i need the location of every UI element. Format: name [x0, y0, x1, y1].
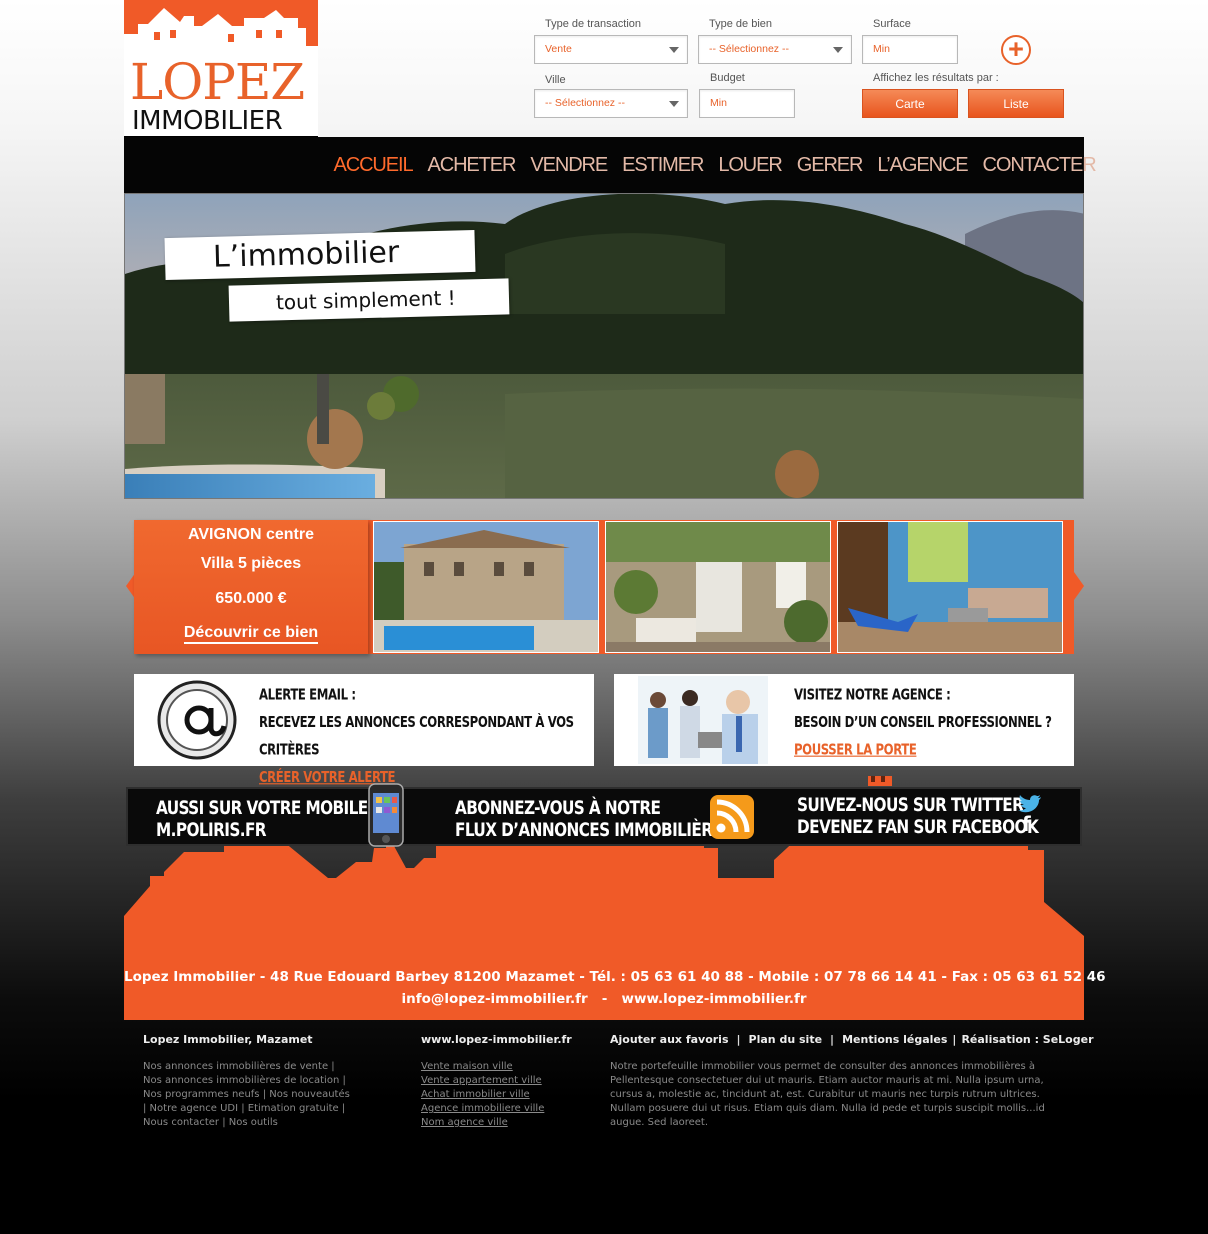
property-thumb-3[interactable] — [837, 521, 1063, 653]
nav-item-agence[interactable]: L’AGENCE — [870, 154, 975, 177]
nav-item-louer[interactable]: LOUER — [711, 154, 789, 177]
alert-email-box: Alerte email : Recevez les annonces corr… — [134, 674, 594, 787]
footer-col1-line[interactable]: Nous contacter | Nos outils — [143, 1116, 363, 1130]
surface-label: Surface — [873, 18, 911, 30]
nav-item-contacter[interactable]: CONTACTER — [975, 154, 1103, 177]
hero-title: L’immobilier — [164, 229, 476, 281]
property-thumb-2[interactable] — [605, 521, 831, 653]
credits-link[interactable]: Réalisation : SeLoger — [961, 1033, 1093, 1046]
nav-item-gerer[interactable]: GERER — [789, 154, 870, 177]
social-bar: Aussi sur votre mobile M.POLIRIS.FR Abon… — [126, 783, 1082, 847]
property-type: Villa 5 pièces — [200, 555, 302, 572]
at-sign-icon — [157, 680, 237, 760]
contact-website[interactable]: www.lopez-immobilier.fr — [622, 991, 807, 1007]
nav-item-acheter[interactable]: ACHETER — [420, 154, 523, 177]
contact-email[interactable]: info@lopez-immobilier.fr — [401, 991, 587, 1007]
ville-label: Ville — [545, 74, 566, 86]
ville-select[interactable]: -- Sélectionnez -- — [534, 89, 688, 118]
bien-select[interactable]: -- Sélectionnez -- — [698, 35, 852, 64]
mobile-phone-icon — [368, 783, 404, 847]
footer-col1-title: Lopez Immobilier, Mazamet — [143, 1033, 313, 1046]
alert-title: Alerte email : — [259, 686, 356, 704]
budget-input[interactable]: Min — [699, 89, 795, 118]
list-button[interactable]: Liste — [968, 89, 1064, 118]
footer-col2-title: www.lopez-immobilier.fr — [421, 1033, 572, 1046]
surface-input[interactable]: Min — [862, 35, 958, 64]
footer-col1-line[interactable]: | Notre agence UDI | Etimation gratuite … — [143, 1102, 363, 1116]
legal-link[interactable]: Mentions légales — [842, 1033, 947, 1046]
agency-team-photo — [638, 676, 768, 764]
property-thumb-1[interactable] — [373, 521, 599, 653]
chevron-down-icon — [669, 101, 679, 107]
transaction-select[interactable]: Vente — [534, 35, 688, 64]
agency-title: Visitez notre agence : — [794, 686, 951, 704]
contact-separator: - — [592, 991, 617, 1007]
logo-subtitle: IMMOBILIER — [132, 106, 283, 136]
discover-link[interactable]: Découvrir ce bien — [183, 624, 319, 644]
footer-utility-links: Ajouter aux favoris | Plan du site | Mention… — [610, 1033, 1094, 1046]
alert-text: Recevez les annonces correspondant à vos… — [259, 714, 574, 760]
footer-col1-line[interactable]: Nos annonces immobilières de vente | — [143, 1060, 363, 1074]
contact-info: Lopez Immobilier - 48 Rue Edouard Barbey… — [124, 966, 1106, 1010]
footer-description: Notre portefeuille immobilier vous perme… — [610, 1061, 1045, 1128]
footer-seo-link[interactable]: Vente maison ville — [421, 1060, 544, 1074]
bien-label: Type de bien — [709, 18, 772, 30]
plus-circle-icon[interactable]: + — [1001, 35, 1031, 65]
footer-col2-links: Vente maison ville Vente appartement vil… — [421, 1060, 544, 1130]
transaction-label: Type de transaction — [545, 18, 642, 30]
budget-label: Budget — [710, 72, 745, 84]
chevron-down-icon — [669, 47, 679, 53]
footer-seo-link[interactable]: Vente appartement ville — [421, 1074, 544, 1088]
footer-seo-link[interactable]: Achat immobilier ville — [421, 1088, 544, 1102]
mobile-line-1: Aussi sur votre mobile — [156, 797, 368, 820]
hero-subtitle: tout simplement ! — [228, 278, 510, 322]
facebook-line[interactable]: Devenez fan sur Facebook — [797, 816, 1039, 838]
budget-placeholder: Min — [710, 97, 727, 109]
chevron-down-icon — [833, 47, 843, 53]
sitemap-link[interactable]: Plan du site — [749, 1033, 823, 1046]
facebook-icon[interactable]: f — [1022, 814, 1031, 834]
add-favorites-link[interactable]: Ajouter aux favoris — [610, 1033, 729, 1046]
rss-promo[interactable]: Abonnez-vous à notre flux d’annonces imm… — [455, 797, 733, 842]
footer-col1-line[interactable]: Nos annonces immobilières de location | — [143, 1074, 363, 1088]
ville-value: -- Sélectionnez -- — [545, 97, 625, 109]
main-nav: ACCUEIL ACHETER VENDRE ESTIMER LOUER GER… — [326, 137, 1103, 193]
mobile-line-2: M.POLIRIS.FR — [156, 819, 267, 842]
agency-text: Besoin d’un conseil professionnel ? — [794, 714, 1052, 732]
surface-placeholder: Min — [873, 43, 890, 55]
transaction-value: Vente — [545, 43, 572, 55]
visit-agency-link[interactable]: Pousser la porte — [794, 737, 1052, 765]
footer-seo-link[interactable]: Nom agence ville — [421, 1116, 544, 1130]
rss-line-1: Abonnez-vous à notre — [455, 797, 661, 820]
property-city: AVIGNON centre — [188, 526, 314, 543]
footer-seo-link[interactable]: Agence immobiliere ville — [421, 1102, 544, 1116]
visit-agency-box: Visitez notre agence : Besoin d’un conse… — [614, 674, 1074, 766]
footer-col1-links: Nos annonces immobilières de vente | Nos… — [143, 1060, 363, 1130]
social-networks-promo: Suivez-nous sur Twitter Devenez fan sur … — [797, 794, 1039, 839]
hero-banner: L’immobilier tout simplement ! — [124, 193, 1084, 499]
contact-address-phones: Lopez Immobilier - 48 Rue Edouard Barbey… — [124, 969, 1106, 985]
twitter-line[interactable]: Suivez-nous sur Twitter — [797, 794, 1038, 816]
rss-line-2: flux d’annonces immobilières — [455, 819, 733, 842]
footer-col1-line[interactable]: Nos programmes neufs | Nos nouveautés — [143, 1088, 363, 1102]
logo-name: LOPEZ — [130, 53, 305, 111]
nav-item-estimer[interactable]: ESTIMER — [615, 154, 711, 177]
featured-property[interactable]: AVIGNON centre Villa 5 pièces 650.000 € … — [134, 520, 368, 654]
property-price: 650.000 € — [215, 590, 287, 607]
results-label: Affichez les résultats par : — [873, 72, 999, 84]
rss-icon[interactable] — [710, 795, 754, 839]
bien-value: -- Sélectionnez -- — [709, 43, 789, 55]
nav-item-accueil[interactable]: ACCUEIL — [326, 154, 420, 177]
map-button[interactable]: Carte — [862, 89, 958, 118]
carousel-next-arrow-icon[interactable] — [1074, 572, 1084, 600]
twitter-icon[interactable] — [1018, 795, 1042, 813]
nav-item-vendre[interactable]: VENDRE — [523, 154, 615, 177]
mobile-promo[interactable]: Aussi sur votre mobile M.POLIRIS.FR — [156, 797, 368, 842]
